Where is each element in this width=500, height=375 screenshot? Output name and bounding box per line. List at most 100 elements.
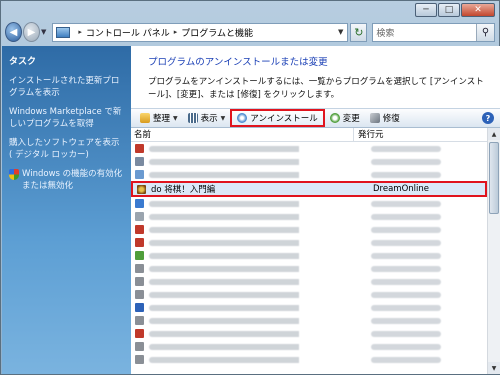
view-button[interactable]: 表示 ▼	[183, 109, 231, 127]
blurred-program-name	[149, 291, 363, 298]
blurred-program-publisher	[371, 278, 441, 285]
blurred-program-publisher	[371, 171, 441, 178]
table-row[interactable]	[131, 353, 487, 366]
sidebar-link-windows-features[interactable]: Windows の機能の有効化または無効化	[9, 168, 124, 192]
main-header: プログラムのアンインストールまたは変更 プログラムをアンインストールするには、一…	[131, 46, 500, 108]
sidebar-link-view-updates[interactable]: インストールされた更新プログラムを表示	[9, 75, 124, 99]
table-row[interactable]	[131, 155, 487, 168]
program-icon	[135, 212, 144, 221]
minimize-button[interactable]: ─	[415, 3, 437, 17]
search-placeholder: 検索	[376, 28, 395, 39]
table-row[interactable]	[131, 275, 487, 288]
change-icon	[329, 113, 340, 123]
program-features-window: ─ □ ✕ ◀ ▶ ▼ ▸ コントロール パネル ▸ プログラムと機能 ▼ ↻ …	[0, 0, 500, 375]
uninstall-icon	[237, 113, 248, 123]
breadcrumb-programs-features[interactable]: プログラムと機能	[181, 26, 253, 39]
program-icon	[135, 199, 144, 208]
program-icon	[135, 170, 144, 179]
change-label: 変更	[342, 114, 360, 124]
blurred-program-publisher	[371, 356, 441, 363]
table-row[interactable]	[131, 340, 487, 353]
blurred-program-name	[149, 200, 363, 207]
column-header-name[interactable]: 名前	[131, 128, 354, 141]
organize-label: 整理	[153, 114, 171, 124]
view-icon	[187, 113, 198, 123]
page-description: プログラムをアンインストールするには、一覧からプログラムを選択して [アンインス…	[148, 77, 484, 100]
table-row[interactable]	[131, 168, 487, 181]
program-icon	[135, 157, 144, 166]
table-row[interactable]	[131, 288, 487, 301]
program-icon	[135, 144, 144, 153]
blurred-program-name	[149, 252, 363, 259]
table-row[interactable]	[131, 327, 487, 340]
program-icon	[135, 303, 144, 312]
blurred-program-publisher	[371, 317, 441, 324]
blurred-program-publisher	[371, 226, 441, 233]
table-row-selected[interactable]: do 将棋！入門編 DreamOnline	[131, 181, 487, 197]
program-icon	[135, 264, 144, 273]
refresh-icon[interactable]: ↻	[350, 22, 368, 42]
program-list: do 将棋！入門編 DreamOnline	[131, 142, 487, 374]
breadcrumb-separator-icon[interactable]: ▸	[78, 28, 82, 36]
address-dropdown-icon[interactable]: ▼	[338, 28, 347, 36]
blurred-program-name	[149, 343, 363, 350]
blurred-program-name	[149, 171, 363, 178]
table-row[interactable]	[131, 236, 487, 249]
address-field[interactable]: ▸ コントロール パネル ▸ プログラムと機能 ▼	[52, 22, 349, 42]
selected-program-name: do 将棋！入門編	[151, 185, 216, 195]
change-button[interactable]: 変更	[325, 109, 365, 127]
blurred-program-publisher	[371, 330, 441, 337]
table-row[interactable]	[131, 197, 487, 210]
blurred-program-name	[149, 278, 363, 285]
blurred-program-name	[149, 317, 363, 324]
search-icon[interactable]: ⚲	[476, 23, 494, 41]
column-header-publisher[interactable]: 発行元	[354, 128, 384, 141]
table-row[interactable]	[131, 301, 487, 314]
program-icon	[135, 342, 144, 351]
back-arrow-icon[interactable]: ◀	[5, 22, 23, 42]
program-rows-before	[131, 142, 487, 181]
sidebar-link-windows-features-label: Windows の機能の有効化または無効化	[22, 169, 123, 191]
table-row[interactable]	[131, 314, 487, 327]
program-rows-after	[131, 197, 487, 366]
table-row[interactable]	[131, 142, 487, 155]
forward-arrow-icon[interactable]: ▶	[23, 22, 41, 42]
blurred-program-name	[149, 356, 363, 363]
task-sidebar: タスク インストールされた更新プログラムを表示 Windows Marketpl…	[2, 46, 131, 374]
search-input[interactable]: 検索 ⚲	[372, 22, 495, 42]
history-dropdown-icon[interactable]: ▼	[41, 28, 49, 36]
repair-icon	[369, 113, 380, 123]
close-button[interactable]: ✕	[461, 3, 495, 17]
sidebar-heading: タスク	[9, 57, 37, 67]
command-toolbar: 整理 ▼ 表示 ▼ アンインストール 変更 修復 ?	[131, 108, 500, 128]
blurred-program-publisher	[371, 145, 441, 152]
breadcrumb-separator-icon[interactable]: ▸	[174, 28, 178, 36]
organize-icon	[140, 113, 150, 123]
breadcrumb-control-panel[interactable]: コントロール パネル	[86, 26, 170, 39]
sidebar-link-marketplace[interactable]: Windows Marketplace で新しいプログラムを取得	[9, 106, 124, 130]
list-scrollbar[interactable]: ▲ ▼	[487, 128, 500, 374]
view-label: 表示	[200, 114, 218, 124]
repair-button[interactable]: 修復	[365, 109, 405, 127]
sidebar-link-digital-locker[interactable]: 購入したソフトウェアを表示 ( デジタル ロッカー)	[9, 137, 124, 161]
scroll-down-icon[interactable]: ▼	[488, 362, 500, 374]
table-row[interactable]	[131, 223, 487, 236]
table-row[interactable]	[131, 262, 487, 275]
program-icon	[135, 316, 144, 325]
blurred-program-name	[149, 239, 363, 246]
scroll-thumb[interactable]	[489, 142, 499, 214]
shogi-app-icon	[137, 184, 146, 194]
shield-icon	[9, 169, 19, 180]
blurred-program-publisher	[371, 158, 441, 165]
help-icon[interactable]: ?	[482, 112, 494, 124]
organize-button[interactable]: 整理 ▼	[135, 109, 183, 127]
maximize-button[interactable]: □	[438, 3, 460, 17]
program-icon	[135, 225, 144, 234]
table-row[interactable]	[131, 249, 487, 262]
blurred-program-publisher	[371, 343, 441, 350]
program-icon	[135, 251, 144, 260]
table-row[interactable]	[131, 210, 487, 223]
program-icon	[135, 277, 144, 286]
scroll-up-icon[interactable]: ▲	[488, 128, 500, 140]
uninstall-button[interactable]: アンインストール	[230, 109, 325, 127]
